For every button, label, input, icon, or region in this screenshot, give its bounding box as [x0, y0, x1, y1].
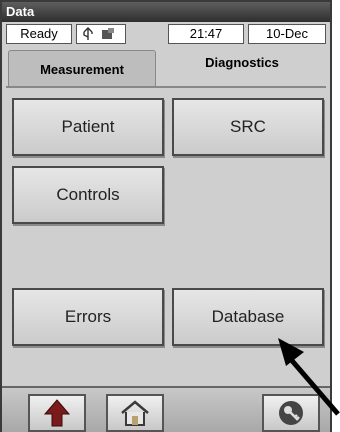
annotation-arrow [278, 338, 340, 416]
arrow-head-icon [278, 338, 304, 366]
